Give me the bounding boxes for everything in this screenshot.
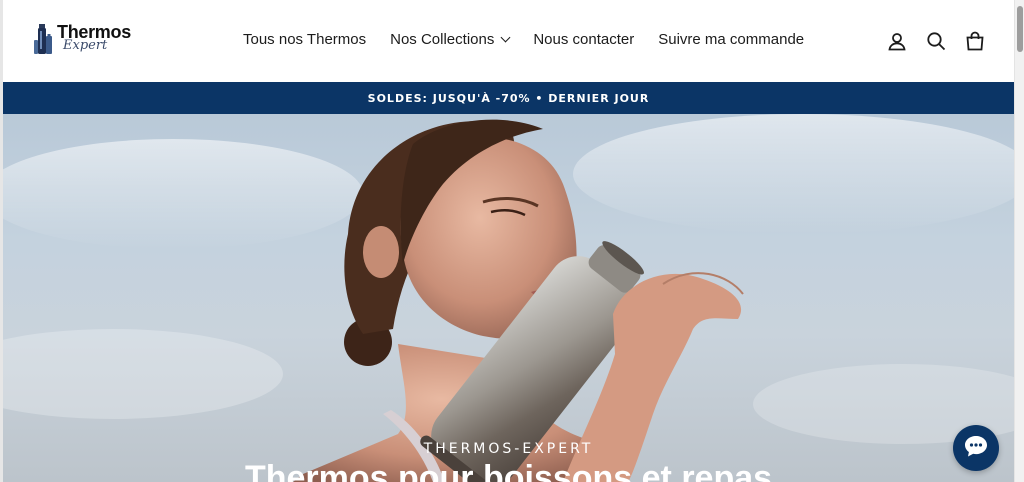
- announcement-text: SOLDES: JUSQU'À -70% • DERNIER JOUR: [367, 91, 650, 105]
- account-icon[interactable]: [887, 30, 907, 52]
- nav-item-label: Suivre ma commande: [658, 31, 805, 48]
- header-icons: [887, 30, 985, 52]
- scrollbar-thumb[interactable]: [1017, 6, 1023, 52]
- brand-logo[interactable]: Thermos Expert: [33, 20, 133, 62]
- hero-title: Thermos pour boissons et repas: [244, 459, 773, 482]
- main-nav: Tous nos Thermos Nos Collections Nous co…: [243, 31, 804, 48]
- nav-item-collections[interactable]: Nos Collections: [390, 31, 511, 48]
- hero-kicker: THERMOS-EXPERT: [423, 441, 594, 457]
- nav-item-track-order[interactable]: Suivre ma commande: [658, 31, 804, 48]
- page-scrollbar[interactable]: [1014, 0, 1024, 482]
- announcement-bar[interactable]: SOLDES: JUSQU'À -70% • DERNIER JOUR: [3, 82, 1014, 114]
- nav-item-label: Nos Collections: [390, 31, 495, 48]
- chat-button[interactable]: [953, 425, 999, 471]
- cart-icon[interactable]: [965, 30, 985, 52]
- nav-item-label: Nous contacter: [533, 31, 635, 48]
- brand-script: Expert: [63, 38, 108, 53]
- hero-banner: THERMOS-EXPERT Thermos pour boissons et …: [3, 114, 1014, 482]
- chat-bubble-icon: [963, 434, 989, 463]
- chevron-down-icon: [500, 32, 511, 43]
- nav-item-contact[interactable]: Nous contacter: [533, 31, 634, 48]
- page: Thermos Expert Tous nos Thermos Nos Coll…: [0, 0, 1014, 482]
- site-header: Thermos Expert Tous nos Thermos Nos Coll…: [3, 0, 1014, 82]
- nav-item-all-thermos[interactable]: Tous nos Thermos: [243, 31, 366, 48]
- search-icon[interactable]: [926, 30, 946, 52]
- thermos-bottle-icon: [33, 22, 55, 56]
- hero-image: [3, 114, 1014, 482]
- nav-item-label: Tous nos Thermos: [243, 31, 367, 48]
